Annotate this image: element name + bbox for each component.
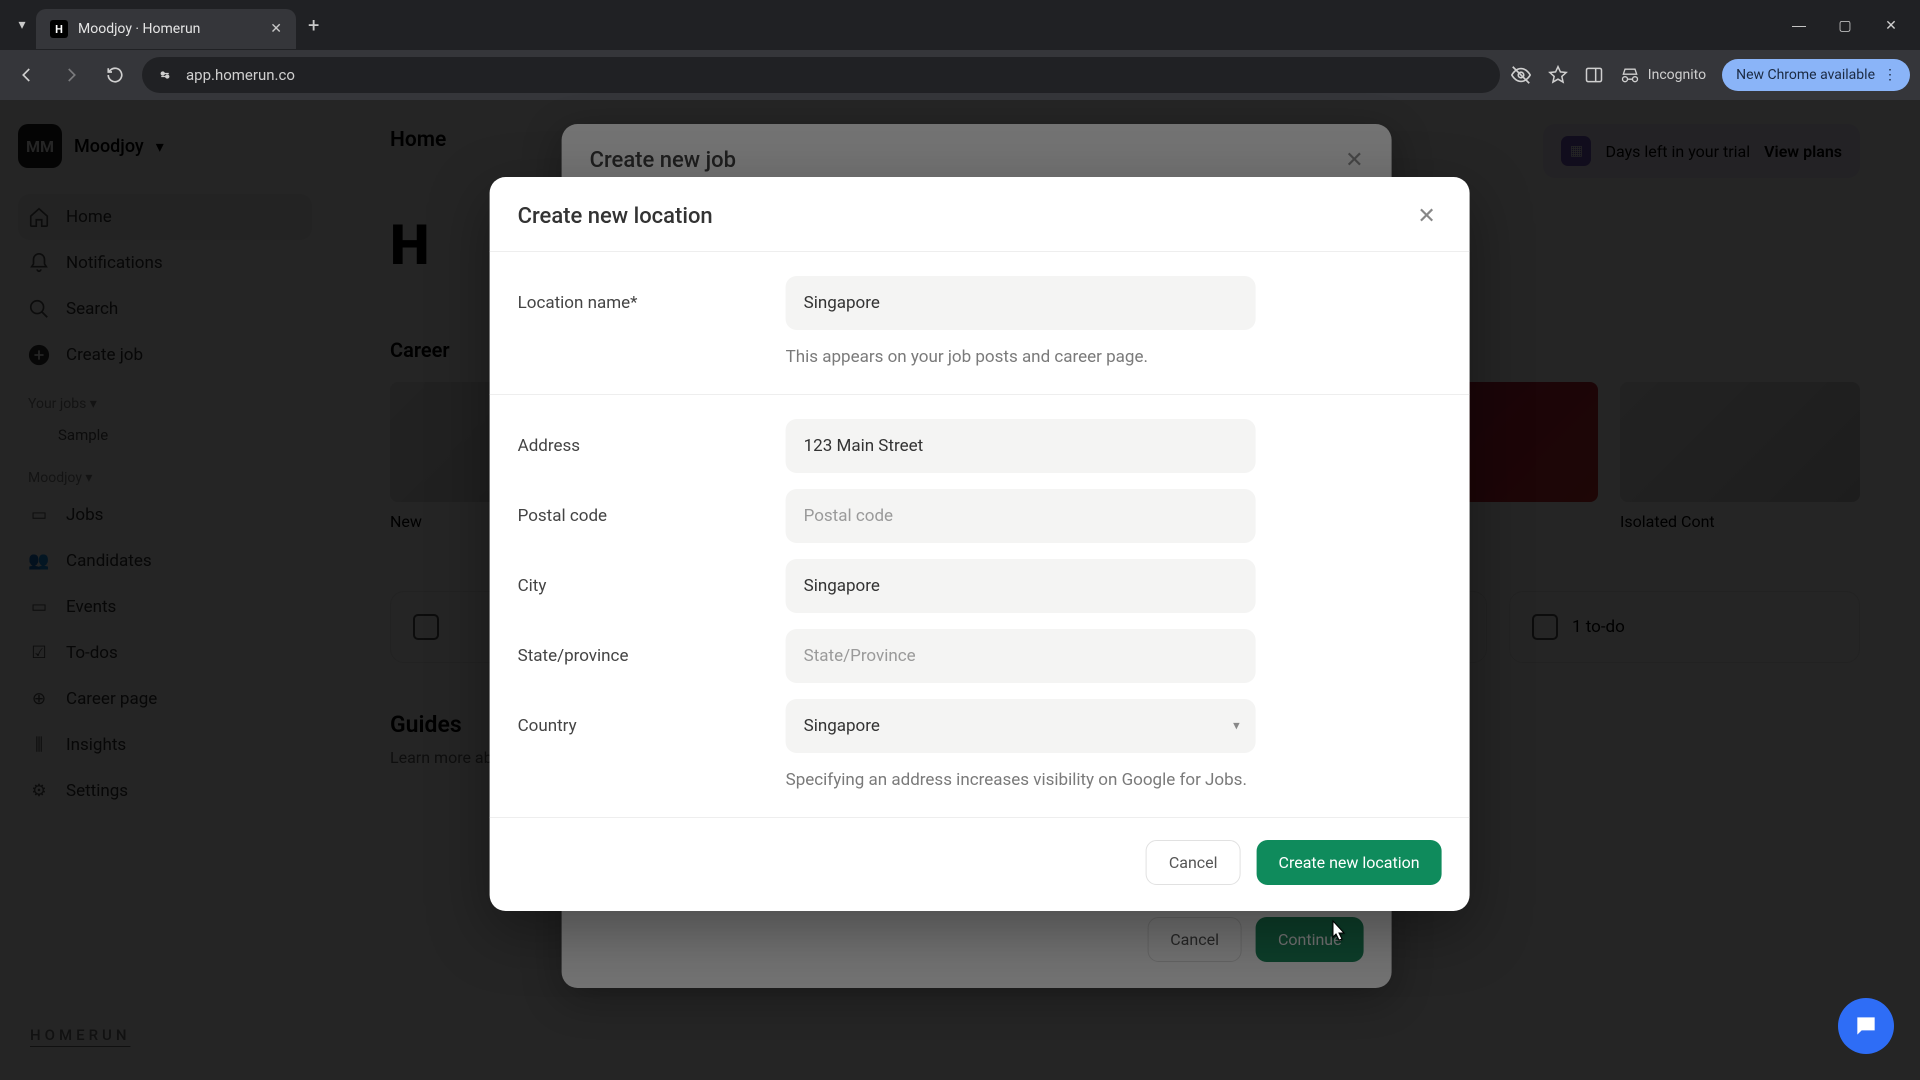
country-select[interactable]: Singapore	[786, 699, 1256, 753]
state-label: State/province	[518, 646, 786, 666]
browser-tab-strip: ▾ H Moodjoy · Homerun ✕ + — ▢ ✕	[0, 0, 1920, 50]
cancel-button[interactable]: Cancel	[1146, 840, 1241, 885]
intercom-chat-button[interactable]	[1838, 998, 1894, 1054]
incognito-label: Incognito	[1648, 67, 1706, 83]
postal-input[interactable]	[786, 489, 1256, 543]
window-maximize-icon[interactable]: ▢	[1836, 17, 1854, 34]
chrome-update-label: New Chrome available	[1736, 67, 1875, 83]
city-input[interactable]	[786, 559, 1256, 613]
modal-title: Create new location	[518, 204, 713, 229]
location-name-hint: This appears on your job posts and caree…	[786, 346, 1256, 370]
new-tab-button[interactable]: +	[296, 13, 331, 37]
country-label: Country	[518, 716, 786, 736]
chrome-update-button[interactable]: New Chrome available ⋮	[1722, 59, 1910, 91]
location-name-label: Location name*	[518, 293, 786, 313]
browser-toolbar: app.homerun.co Incognito New Chrome avai…	[0, 50, 1920, 100]
location-name-input[interactable]	[786, 276, 1256, 330]
tab-title: Moodjoy · Homerun	[78, 21, 260, 37]
address-input[interactable]	[786, 419, 1256, 473]
site-settings-icon[interactable]	[156, 66, 174, 84]
incognito-indicator[interactable]: Incognito	[1620, 65, 1706, 85]
more-menu-icon[interactable]: ⋮	[1883, 67, 1896, 83]
eye-off-icon[interactable]	[1510, 64, 1532, 86]
tab-close-icon[interactable]: ✕	[270, 21, 282, 37]
side-panel-icon[interactable]	[1584, 65, 1604, 85]
address-hint: Specifying an address increases visibili…	[786, 769, 1256, 793]
state-input[interactable]	[786, 629, 1256, 683]
close-icon[interactable]: ✕	[1412, 201, 1442, 231]
window-close-icon[interactable]: ✕	[1882, 17, 1900, 34]
browser-tab[interactable]: H Moodjoy · Homerun ✕	[36, 9, 296, 49]
app-viewport: MM Moodjoy ▾ Home Notifications Search C…	[0, 100, 1920, 1080]
city-label: City	[518, 576, 786, 596]
address-bar[interactable]: app.homerun.co	[142, 57, 1500, 93]
postal-label: Postal code	[518, 506, 786, 526]
window-minimize-icon[interactable]: —	[1790, 17, 1808, 34]
create-location-button[interactable]: Create new location	[1257, 840, 1442, 885]
url-text: app.homerun.co	[186, 66, 295, 84]
nav-forward-button[interactable]	[54, 58, 88, 92]
tab-list-menu[interactable]: ▾	[8, 11, 36, 39]
bookmark-star-icon[interactable]	[1548, 65, 1568, 85]
nav-back-button[interactable]	[10, 58, 44, 92]
address-label: Address	[518, 436, 786, 456]
nav-reload-button[interactable]	[98, 58, 132, 92]
favicon: H	[50, 20, 68, 38]
create-location-modal: Create new location ✕ Location name* Thi…	[490, 177, 1470, 911]
